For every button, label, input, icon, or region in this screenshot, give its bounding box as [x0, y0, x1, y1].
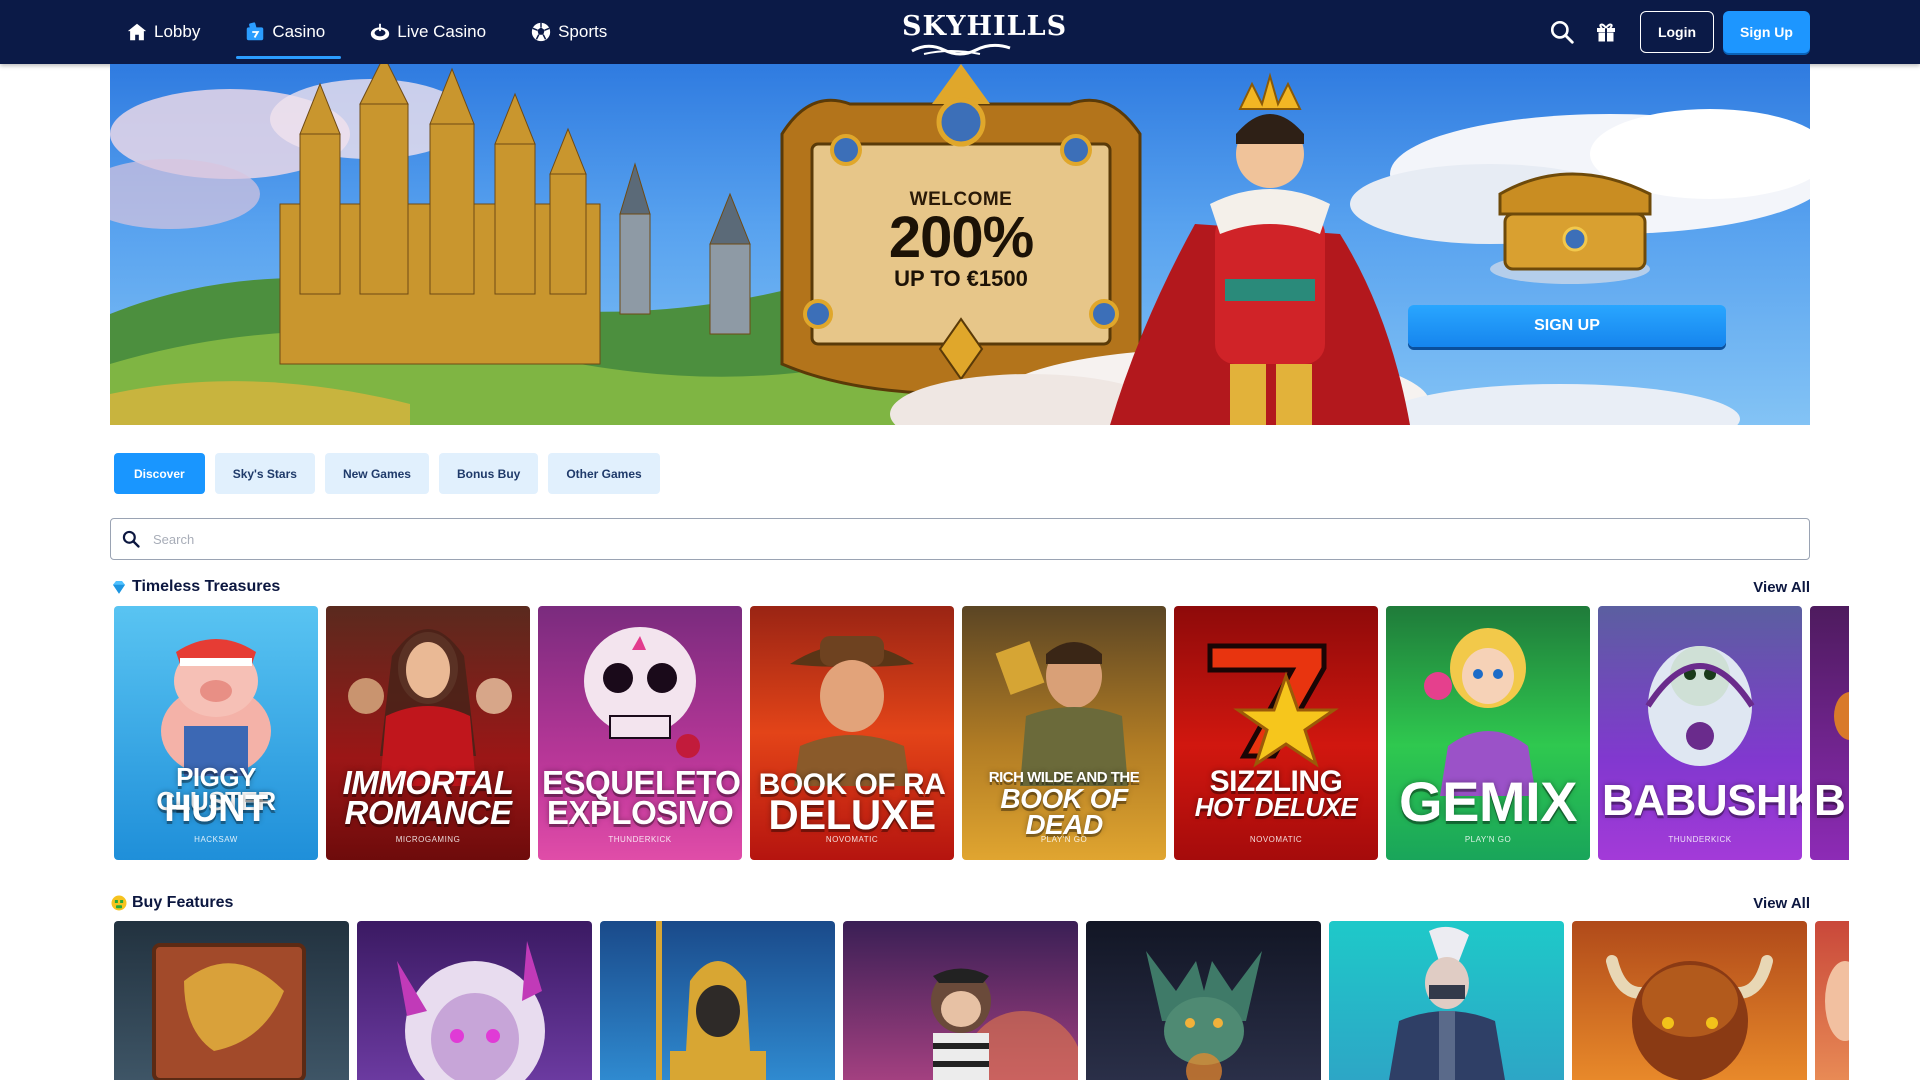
- dragon-icon: [1146, 951, 1262, 1080]
- money-face-icon: [111, 895, 127, 911]
- game-title-line2: B: [1814, 776, 1846, 825]
- game-tile[interactable]: [1572, 921, 1807, 1080]
- tab-other-games[interactable]: Other Games: [548, 453, 660, 494]
- game-tile[interactable]: SIZZLING HOT DELUXE NOVOMATIC: [1174, 606, 1378, 860]
- bonus-percent: 200%: [888, 205, 1034, 270]
- game-tile[interactable]: [114, 921, 349, 1080]
- nav-casino-label: Casino: [272, 22, 326, 41]
- game-tile[interactable]: [1086, 921, 1321, 1080]
- game-search-bar: [110, 518, 1810, 560]
- gift-icon: [1597, 23, 1615, 42]
- banner-signup-button[interactable]: SIGN UP: [1408, 305, 1726, 347]
- game-provider: THUNDERKICK: [1668, 835, 1732, 844]
- welcome-bonus-banner[interactable]: WELCOME 200% UP TO €1500 SIGN UP: [110, 64, 1810, 425]
- skyhills-logo[interactable]: SKYHILLS: [902, 10, 1068, 56]
- treasure-chest-illustration: [1490, 172, 1652, 284]
- monkey-icon: [931, 968, 1078, 1080]
- section-title-text: Timeless Treasures: [132, 578, 281, 595]
- home-icon: [127, 23, 147, 41]
- search-icon: [122, 530, 140, 548]
- logo-wave-icon: [911, 43, 1011, 56]
- game-tile[interactable]: B: [1810, 606, 1849, 860]
- nav-lobby[interactable]: Lobby: [110, 13, 216, 51]
- game-provider: PLAY'N GO: [1464, 835, 1512, 844]
- search-button[interactable]: [1540, 11, 1584, 53]
- buffalo-icon: [1606, 955, 1773, 1080]
- game-title-line2: BABUSHKAS: [1602, 776, 1802, 825]
- welcome-sign: WELCOME 200% UP TO €1500: [846, 139, 1076, 329]
- casino-icon: [247, 22, 264, 41]
- game-tile[interactable]: BABUSHKAS THUNDERKICK: [1598, 606, 1802, 860]
- partial-tile-icon: [1825, 961, 1849, 1041]
- game-tile[interactable]: [600, 921, 835, 1080]
- nav-sports-label: Sports: [558, 22, 608, 41]
- game-tile[interactable]: PIGGY CLUSTER HUNT HACKSAW: [114, 606, 318, 860]
- game-row-timeless-treasures: PIGGY CLUSTER HUNT HACKSAW IMMORTAL ROMA…: [114, 606, 1849, 860]
- tab-discover[interactable]: Discover: [114, 453, 205, 494]
- game-provider: NOVOMATIC: [825, 835, 879, 844]
- login-button[interactable]: Login: [1640, 11, 1714, 53]
- game-tile[interactable]: [1329, 921, 1564, 1080]
- logo-text: SKYHILLS: [902, 11, 1068, 42]
- game-provider: HACKSAW: [194, 835, 238, 844]
- game-title-line2: DELUXE: [768, 791, 936, 838]
- section-title: Timeless Treasures: [110, 578, 280, 596]
- top-navigation-bar: Lobby Casino Live Casino Sports SKYHILLS…: [0, 0, 1920, 64]
- nav-live-casino-label: Live Casino: [397, 22, 487, 41]
- live-casino-icon: [371, 23, 390, 41]
- game-provider: PLAY'N GO: [1040, 835, 1088, 844]
- view-all-link[interactable]: View All: [1753, 579, 1810, 596]
- pharaoh-icon: [656, 921, 766, 1080]
- game-provider: MICROGAMING: [395, 835, 461, 844]
- section-header-timeless-treasures: Timeless Treasures View All: [110, 575, 1810, 599]
- diamond-icon: [113, 581, 125, 594]
- nav-live-casino[interactable]: Live Casino: [353, 13, 502, 51]
- section-header-buy-features: Buy Features View All: [110, 891, 1810, 915]
- ninja-icon: [1389, 926, 1505, 1080]
- tab-skys-stars[interactable]: Sky's Stars: [214, 453, 315, 494]
- game-title-line2: BOOK OF DEAD: [1000, 783, 1128, 840]
- game-title-line2: HUNT: [164, 788, 268, 830]
- search-input[interactable]: [153, 531, 1753, 547]
- game-tile[interactable]: IMMORTAL ROMANCE MICROGAMING: [326, 606, 530, 860]
- game-tile[interactable]: BOOK OF RA DELUXE NOVOMATIC: [750, 606, 954, 860]
- nav-casino[interactable]: Casino: [228, 13, 342, 59]
- game-provider: NOVOMATIC: [1249, 835, 1303, 844]
- demon-girl-icon: [397, 941, 545, 1080]
- game-tile[interactable]: [843, 921, 1078, 1080]
- bonus-amount: UP TO €1500: [894, 266, 1028, 291]
- tab-new-games[interactable]: New Games: [324, 453, 429, 494]
- game-title-line2: ROMANCE: [344, 794, 513, 831]
- view-all-link[interactable]: View All: [1753, 895, 1810, 912]
- nav-sports[interactable]: Sports: [514, 13, 623, 51]
- category-tabs: Discover Sky's Stars New Games Bonus Buy…: [114, 453, 670, 494]
- game-tile[interactable]: RICH WILDE AND THE BOOK OF DEAD PLAY'N G…: [962, 606, 1166, 860]
- dragon-shield-icon: [152, 943, 306, 1080]
- game-provider: THUNDERKICK: [608, 835, 672, 844]
- king-illustration: [1110, 72, 1410, 425]
- promotions-button[interactable]: [1584, 11, 1628, 53]
- game-tile[interactable]: ESQUELETO EXPLOSIVO THUNDERKICK: [538, 606, 742, 860]
- soccer-ball-icon: [531, 22, 551, 42]
- game-row-buy-features: [114, 921, 1849, 1080]
- tab-bonus-buy[interactable]: Bonus Buy: [438, 453, 539, 494]
- signup-button[interactable]: Sign Up: [1723, 11, 1810, 53]
- main-nav: Lobby Casino Live Casino Sports: [110, 0, 635, 64]
- search-icon: [1550, 20, 1574, 44]
- game-tile[interactable]: [357, 921, 592, 1080]
- game-title-line2: EXPLOSIVO: [546, 794, 734, 831]
- header-actions: Login Sign Up: [1540, 11, 1810, 53]
- section-title-text: Buy Features: [132, 894, 234, 911]
- nav-lobby-label: Lobby: [154, 22, 201, 41]
- game-tile[interactable]: GEMIX PLAY'N GO: [1386, 606, 1590, 860]
- game-tile[interactable]: [1815, 921, 1849, 1080]
- section-title: Buy Features: [110, 894, 233, 912]
- game-title-line2: HOT DELUXE: [1194, 792, 1358, 822]
- game-title-line2: GEMIX: [1399, 770, 1577, 833]
